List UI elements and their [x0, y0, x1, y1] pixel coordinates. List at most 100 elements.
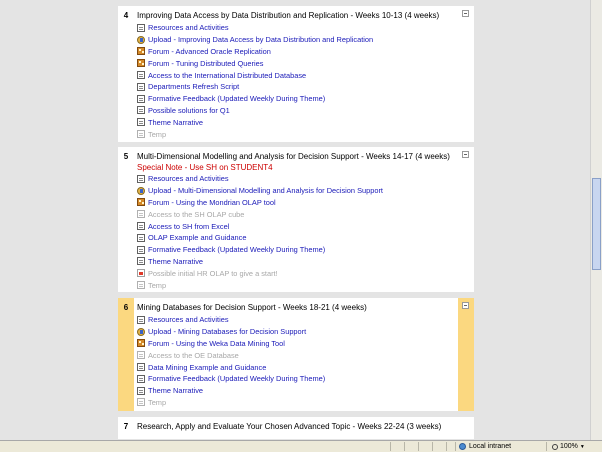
activity-label: Access to the International Distributed …: [148, 70, 307, 80]
status-divider: [432, 442, 433, 451]
page-icon: [137, 106, 145, 115]
activity-label: Temp: [148, 397, 167, 407]
scrollbar-thumb[interactable]: [592, 178, 601, 270]
zoom-level: 100%: [560, 443, 578, 450]
activity-list: Resources and Activities Upload - Mining …: [137, 314, 456, 408]
course-section: 6 Mining Databases for Decision Support -…: [118, 298, 474, 411]
activity-link[interactable]: Upload - Multi-Dimensional Modelling and…: [137, 185, 456, 197]
section-controls: [458, 417, 474, 439]
activity-label: Formative Feedback (Updated Weekly Durin…: [148, 245, 326, 255]
activity-label: Resources and Activities: [148, 23, 229, 33]
section-title: Research, Apply and Evaluate Your Chosen…: [137, 422, 442, 431]
activity-link[interactable]: Access to the International Distributed …: [137, 69, 456, 81]
activity-label: Access to SH from Excel: [148, 221, 230, 231]
activity-link[interactable]: Forum - Using the Weka Data Mining Tool: [137, 338, 456, 350]
activity-link[interactable]: Upload - Improving Data Access by Data D…: [137, 34, 456, 46]
course-sections: 4 Improving Data Access by Data Distribut…: [118, 0, 474, 440]
status-divider: [390, 442, 391, 451]
activity-link[interactable]: Formative Feedback (Updated Weekly Durin…: [137, 93, 456, 105]
activity-link[interactable]: Data Mining Example and Guidance: [137, 361, 456, 373]
page-icon: [137, 281, 145, 290]
collapse-icon[interactable]: [462, 151, 469, 158]
zoom-control[interactable]: 100% ▼: [552, 442, 585, 451]
activity-link[interactable]: Formative Feedback (Updated Weekly Durin…: [137, 373, 456, 385]
activity-link[interactable]: Theme Narrative: [137, 256, 456, 268]
forum-icon: [137, 59, 145, 68]
activity-link[interactable]: Theme Narrative: [137, 116, 456, 128]
vertical-scrollbar[interactable]: [590, 0, 602, 440]
activity-label: Access to the SH OLAP cube: [148, 209, 245, 219]
activity-label: Resources and Activities: [148, 315, 229, 325]
page-icon: [137, 398, 145, 407]
page-icon: [137, 210, 145, 219]
activity-link[interactable]: Forum - Using the Mondrian OLAP tool: [137, 197, 456, 209]
activity-link[interactable]: Temp: [137, 279, 456, 291]
activity-label: Formative Feedback (Updated Weekly Durin…: [148, 94, 326, 104]
page-icon: [137, 71, 145, 80]
activity-link[interactable]: Departments Refresh Script: [137, 81, 456, 93]
activity-label: OLAP Example and Guidance: [148, 233, 247, 243]
section-controls: [458, 147, 474, 292]
page-icon: [137, 351, 145, 360]
activity-label: Formative Feedback (Updated Weekly Durin…: [148, 374, 326, 384]
activity-link[interactable]: Formative Feedback (Updated Weekly Durin…: [137, 244, 456, 256]
section-number: 7: [123, 422, 129, 431]
zone-label: Local intranet: [469, 443, 512, 450]
activity-link[interactable]: Resources and Activities: [137, 173, 456, 185]
activity-link[interactable]: Temp: [137, 397, 456, 409]
activity-label: Theme Narrative: [148, 256, 204, 266]
forum-icon: [137, 339, 145, 348]
activity-link[interactable]: Possible initial HR OLAP to give a start…: [137, 267, 456, 279]
page-icon: [137, 245, 145, 254]
activity-link[interactable]: Upload - Mining Databases for Decision S…: [137, 326, 456, 338]
page-icon: [137, 257, 145, 266]
forum-icon: [137, 47, 145, 56]
activity-label: Forum - Advanced Oracle Replication: [148, 46, 271, 56]
activity-link[interactable]: Access to the OE Database: [137, 349, 456, 361]
status-divider: [404, 442, 405, 451]
activity-link[interactable]: Resources and Activities: [137, 22, 456, 34]
activity-link[interactable]: Resources and Activities: [137, 314, 456, 326]
activity-label: Temp: [148, 129, 167, 139]
activity-link[interactable]: Theme Narrative: [137, 385, 456, 397]
status-divider: [418, 442, 419, 451]
activity-label: Upload - Improving Data Access by Data D…: [148, 35, 374, 45]
collapse-icon[interactable]: [462, 10, 469, 17]
upload-icon: [137, 327, 145, 336]
page-icon: [137, 82, 145, 91]
activity-label: Forum - Using the Weka Data Mining Tool: [148, 338, 285, 348]
activity-link[interactable]: Forum - Tuning Distributed Queries: [137, 57, 456, 69]
activity-link[interactable]: Access to SH from Excel: [137, 220, 456, 232]
activity-link[interactable]: Access to the SH OLAP cube: [137, 208, 456, 220]
activity-list: Resources and Activities Upload - Multi-D…: [137, 173, 456, 291]
activity-label: Possible solutions for Q1: [148, 105, 230, 115]
section-body: Multi-Dimensional Modelling and Analysis…: [134, 147, 458, 292]
collapse-icon[interactable]: [462, 302, 469, 309]
section-body: Mining Databases for Decision Support - …: [134, 298, 458, 411]
activity-label: Theme Narrative: [148, 117, 204, 127]
section-number: 4: [123, 11, 129, 20]
page-icon: [137, 315, 145, 324]
status-bar: Local intranet 100% ▼: [0, 440, 602, 452]
page-icon: [137, 94, 145, 103]
activity-link[interactable]: Possible solutions for Q1: [137, 105, 456, 117]
activity-label: Data Mining Example and Guidance: [148, 362, 267, 372]
course-section: 4 Improving Data Access by Data Distribut…: [118, 6, 474, 142]
activity-link[interactable]: Forum - Advanced Oracle Replication: [137, 46, 456, 58]
section-title: Improving Data Access by Data Distributi…: [137, 11, 440, 20]
page-icon: [137, 386, 145, 395]
activity-link[interactable]: OLAP Example and Guidance: [137, 232, 456, 244]
activity-link[interactable]: Temp: [137, 128, 456, 140]
page-icon: [137, 23, 145, 32]
activity-label: Forum - Tuning Distributed Queries: [148, 58, 264, 68]
activity-label: Temp: [148, 280, 167, 290]
activity-label: Upload - Multi-Dimensional Modelling and…: [148, 186, 383, 196]
pdf-icon: [137, 269, 145, 278]
activity-list: Resources and Activities Upload - Improvi…: [137, 22, 456, 140]
page-icon: [137, 130, 145, 139]
status-divider: [455, 442, 456, 451]
page-icon: [137, 118, 145, 127]
page-icon: [137, 233, 145, 242]
security-zone[interactable]: Local intranet: [459, 442, 511, 451]
magnifier-icon: [552, 443, 558, 450]
